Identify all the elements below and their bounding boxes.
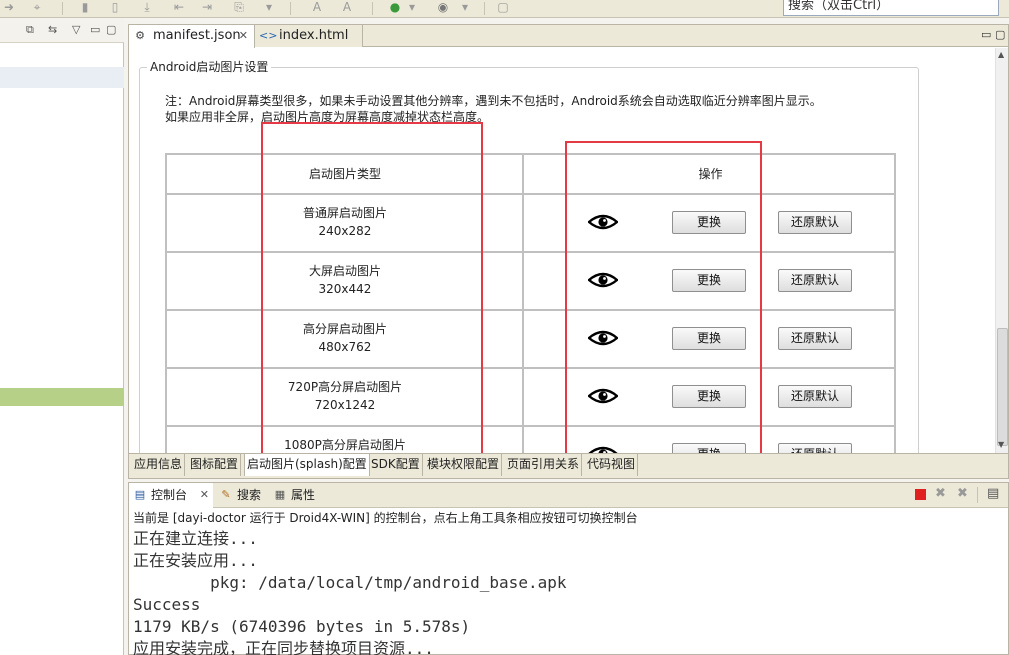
remove-all-icon[interactable]: ✖ (957, 486, 968, 501)
font-decrease-icon[interactable]: A (340, 1, 354, 14)
settings-file-icon: ⚙ (135, 29, 145, 42)
toolbar-separator (977, 487, 978, 503)
link-editor-icon[interactable]: ⇆ (48, 24, 57, 36)
console-line: pkg: /data/local/tmp/android_base.apk (133, 573, 567, 592)
scroll-up-icon[interactable]: ▲ (998, 50, 1004, 59)
dropdown-icon[interactable]: ▾ (262, 1, 276, 14)
close-icon[interactable]: ✕ (200, 483, 209, 507)
font-increase-icon[interactable]: A (310, 1, 324, 14)
tab-app-info[interactable]: 应用信息 (132, 454, 186, 476)
project-explorer-panel: ⧉ ⇆ ▽ ▭ ▢ (0, 18, 124, 655)
toolbar-separator (62, 2, 63, 15)
view-menu-icon[interactable]: ▽ (72, 24, 80, 36)
tab-properties[interactable]: ▦ 属性 (269, 483, 323, 508)
tab-label: manifest.json (153, 28, 241, 43)
console-tab-bar: ▤ 控制台 ✕ ✎ 搜索 ▦ 属性 ✖ ✖ ▤ (129, 483, 1008, 508)
console-line: 应用安装完成，正在同步替换项目资源... (133, 639, 434, 655)
scroll-down-icon[interactable]: ▼ (998, 440, 1004, 449)
forward-arrow-icon[interactable]: ➜ (2, 1, 16, 14)
scrollbar-thumb[interactable] (997, 328, 1008, 446)
tab-console[interactable]: ▤ 控制台 ✕ (129, 483, 213, 508)
project-explorer-header: ⧉ ⇆ ▽ ▭ ▢ (0, 18, 124, 43)
debug-icon[interactable]: ◉ (436, 1, 450, 14)
console-line: 正在安装应用... (133, 551, 258, 570)
go-back-icon[interactable]: ⇤ (172, 1, 186, 14)
tab-label: index.html (279, 28, 349, 43)
html-file-icon: <> (259, 29, 278, 42)
editor-tab-bar: ⚙ manifest.json ✕ <> index.html ▭ ▢ (129, 25, 1008, 48)
toolbar-separator (372, 2, 373, 15)
go-next-icon[interactable]: ⇥ (200, 1, 214, 14)
restore-default-button[interactable]: 还原默认 (778, 269, 852, 292)
minimize-icon[interactable]: ▭ (90, 24, 100, 36)
tab-manifest-json[interactable]: ⚙ manifest.json ✕ (129, 25, 255, 48)
debug-dropdown-icon[interactable]: ▾ (458, 1, 472, 14)
highlight-box-type-column (261, 122, 483, 453)
table-border (894, 153, 896, 453)
highlight-box-action-column (565, 141, 762, 453)
console-line: 正在建立连接... (133, 529, 258, 548)
collapse-all-icon[interactable]: ⧉ (26, 24, 34, 36)
console-line: Success (133, 595, 201, 614)
export-icon[interactable]: ⎘ (232, 1, 246, 14)
properties-icon: ▦ (274, 488, 286, 501)
restore-default-button[interactable]: 还原默认 (778, 211, 852, 234)
tab-icon-config[interactable]: 图标配置 (188, 454, 242, 476)
tab-module-permissions[interactable]: 模块权限配置 (425, 454, 503, 476)
minimize-icon[interactable]: ▭ (981, 28, 991, 41)
note-text: 注：Android屏幕类型很多，如果未手动设置其他分辨率，遇到未不包括时，And… (165, 94, 822, 108)
console-icon: ▤ (134, 488, 146, 501)
bookmark-icon[interactable]: ▮ (78, 1, 92, 14)
splash-config-form: Android启动图片设置 注：Android屏幕类型很多，如果未手动设置其他分… (129, 48, 995, 453)
tab-page-references[interactable]: 页面引用关系 (505, 454, 583, 476)
close-icon[interactable]: ✕ (239, 25, 248, 46)
restore-default-button[interactable]: 还原默认 (778, 385, 852, 408)
tab-label: 属性 (291, 488, 316, 502)
section-title: Android启动图片设置 (147, 60, 272, 74)
restore-default-button[interactable]: 还原默认 (778, 327, 852, 350)
tab-index-html[interactable]: <> index.html (255, 25, 363, 47)
tab-label: 控制台 (151, 488, 188, 502)
editor-area: ⚙ manifest.json ✕ <> index.html ▭ ▢ Andr… (128, 24, 1009, 479)
config-page-tabs: 应用信息 图标配置 启动图片(splash)配置 SDK配置 模块权限配置 页面… (129, 453, 1008, 478)
toolbar-separator (484, 2, 485, 15)
toolbar-separator (290, 2, 291, 15)
console-description: 当前是 [dayi-doctor 运行于 Droid4X-WIN] 的控制台，点… (133, 511, 638, 525)
search-input[interactable]: 搜索（双击Ctrl） (783, 0, 999, 16)
run-icon[interactable]: ● (388, 1, 402, 14)
pin-icon[interactable]: ⌖ (30, 1, 44, 14)
tree-item-selected[interactable] (0, 388, 124, 406)
remove-launch-icon[interactable]: ✖ (935, 486, 946, 501)
run-dropdown-icon[interactable]: ▾ (405, 1, 419, 14)
stop-icon[interactable] (915, 489, 926, 500)
import-icon[interactable]: ⤓ (140, 1, 154, 14)
maximize-icon[interactable]: ▢ (995, 28, 1005, 41)
tab-search[interactable]: ✎ 搜索 (215, 483, 267, 508)
clear-console-icon[interactable]: ▤ (987, 486, 999, 501)
vertical-scrollbar[interactable]: ▲ ▼ (995, 48, 1008, 453)
console-panel: ▤ 控制台 ✕ ✎ 搜索 ▦ 属性 ✖ ✖ ▤ 当前是 [dayi-doctor… (128, 482, 1009, 655)
main-toolbar: ➜ ⌖ ▮ ▯ ⤓ ⇤ ⇥ ⎘ ▾ A A ● ▾ ◉ ▾ ▢ 搜索（双击Ctr… (0, 0, 1009, 18)
document-icon[interactable]: ▯ (108, 1, 122, 14)
maximize-icon[interactable]: ▢ (106, 24, 116, 36)
tab-label: 搜索 (237, 488, 262, 502)
restore-default-button[interactable]: 还原默认 (778, 443, 852, 453)
clipboard-icon[interactable]: ▢ (496, 1, 510, 14)
tab-sdk-config[interactable]: SDK配置 (369, 454, 423, 476)
tree-item[interactable] (0, 67, 124, 88)
console-line: 1179 KB/s (6740396 bytes in 5.578s) (133, 617, 471, 636)
search-icon: ✎ (221, 488, 231, 501)
tab-code-view[interactable]: 代码视图 (585, 454, 639, 476)
tab-splash-config[interactable]: 启动图片(splash)配置 (244, 454, 370, 476)
